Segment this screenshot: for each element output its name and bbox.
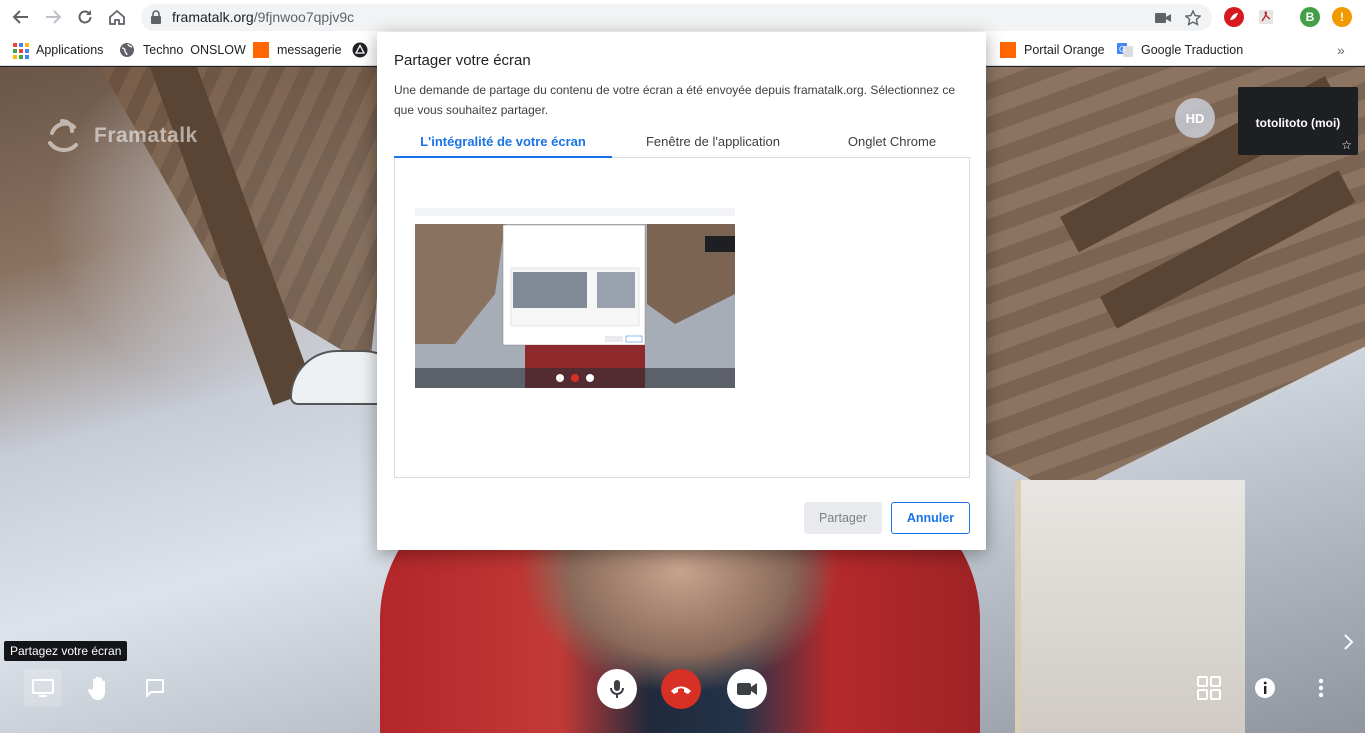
more-bookmarks-chevron-icon[interactable]: » [1337,41,1345,59]
quality-badge: HD [1175,98,1215,138]
bookmark-star-icon[interactable] [1184,9,1202,27]
share-button[interactable]: Partager [804,502,882,534]
camera-button[interactable] [727,669,767,709]
tab-application-window[interactable]: Fenêtre de l'application [612,134,814,158]
self-video-thumbnail[interactable]: totolitoto (moi) ☆ [1238,87,1358,155]
chat-button[interactable] [136,669,174,707]
profile-avatar[interactable]: B [1300,7,1320,27]
tab-entire-screen[interactable]: L'intégralité de votre écran [394,134,612,158]
self-name-label: totolitoto (moi) [1255,116,1341,130]
bookmark-messagerie[interactable]: messagerie [253,41,342,59]
home-icon[interactable] [106,6,128,28]
svg-text:G: G [1119,45,1125,54]
extension-red-icon[interactable] [1224,7,1244,27]
screen-thumbnail[interactable] [415,208,735,388]
bookmark-applications[interactable]: Applications [12,41,103,59]
tab-chrome-tab[interactable]: Onglet Chrome [814,134,970,158]
screen-share-button[interactable] [24,669,62,707]
back-arrow-icon[interactable] [10,6,32,28]
source-list [394,158,970,478]
framatalk-logo: Framatalk [42,113,198,159]
address-bar[interactable]: framatalk.org/9fjnwoo7qpjv9c [141,4,1212,31]
tile-view-button[interactable] [1190,669,1228,707]
share-screen-dialog: Partager votre écran Une demande de part… [377,32,986,550]
screen-share-tooltip: Partagez votre écran [4,641,128,661]
translate-icon: G [1117,42,1133,58]
cancel-button[interactable]: Annuler [891,502,970,534]
orange-icon [1000,42,1016,58]
camera-icon[interactable] [1154,9,1172,27]
apps-grid-icon [12,42,29,59]
bookmark-techno-onslow[interactable]: Techno ONSLOW [119,41,246,59]
reload-icon[interactable] [74,6,96,28]
dialog-description: Une demande de partage du contenu de vot… [394,83,956,117]
microphone-button[interactable] [597,669,637,709]
bookmark-partial[interactable] [352,41,376,59]
globe-icon [119,42,135,58]
bookmark-portail-orange[interactable]: Portail Orange [1000,41,1105,59]
orange-icon [253,42,269,58]
dialog-title: Partager votre écran [394,52,531,69]
hangup-button[interactable] [661,669,701,709]
share-source-tabs: L'intégralité de votre écran Fenêtre de … [394,130,970,158]
url-text: framatalk.org/9fjnwoo7qpjv9c [172,9,355,25]
star-icon: ☆ [1341,138,1352,152]
pdf-extension-icon[interactable] [1256,7,1276,27]
update-alert-icon[interactable]: ! [1332,7,1352,27]
forward-arrow-icon[interactable] [42,6,64,28]
browser-toolbar: framatalk.org/9fjnwoo7qpjv9c B ! [0,0,1365,34]
triangle-logo-icon [352,42,368,58]
bookmark-google-traduction[interactable]: G Google Traduction [1117,41,1243,59]
raise-hand-button[interactable] [80,669,118,707]
info-icon[interactable] [1246,669,1284,707]
more-options-icon[interactable] [1302,669,1340,707]
chevron-right-icon[interactable] [1342,632,1356,657]
lock-icon [150,10,162,29]
